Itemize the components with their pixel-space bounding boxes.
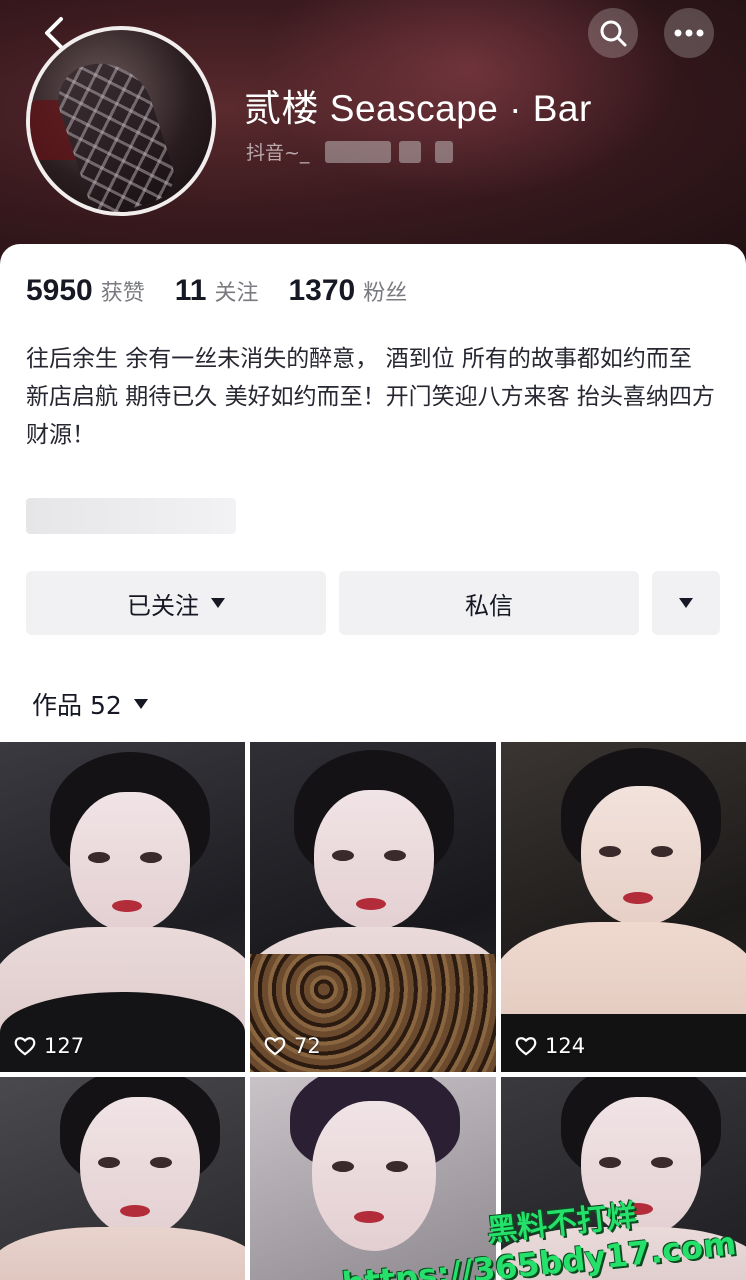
post-likes: 124 — [515, 1034, 585, 1058]
heart-icon — [515, 1037, 537, 1056]
post-thumbnail[interactable]: 127 — [0, 742, 245, 1072]
search-icon — [600, 20, 627, 47]
chevron-down-icon — [133, 699, 148, 709]
post-likes: 72 — [264, 1034, 321, 1058]
following-label: 关注 — [214, 281, 259, 306]
bio-line-1: 往后余生 余有一丝未消失的醉意， 酒到位 所有的故事都如约而至 — [26, 346, 692, 372]
redacted-id — [325, 140, 392, 163]
chevron-down-icon — [211, 598, 225, 608]
redacted-bio-info — [26, 498, 236, 534]
likes-label: 获赞 — [100, 281, 145, 306]
profile-stats: 5950 获赞 11 关注 1370 粉丝 — [26, 274, 437, 308]
followed-label: 已关注 — [127, 591, 199, 620]
platform-id-prefix: 抖音~_ — [246, 142, 310, 164]
post-thumbnail[interactable] — [0, 1077, 245, 1280]
works-tab[interactable]: 作品 52 — [32, 686, 148, 722]
followed-button[interactable]: 已关注 — [26, 571, 326, 635]
heart-icon — [14, 1037, 36, 1056]
bio-line-2: 新店启航 期待已久 美好如约而至！开门笑迎八方来客 抬头喜纳四方财源！ — [26, 384, 715, 448]
expand-button[interactable] — [652, 571, 720, 635]
redacted-id-3 — [435, 140, 454, 163]
following-count[interactable]: 11 — [175, 274, 207, 308]
followers-label: 粉丝 — [363, 281, 408, 306]
followers-count[interactable]: 1370 — [289, 274, 356, 308]
post-likes: 127 — [14, 1034, 84, 1058]
post-thumbnail[interactable]: 72 — [250, 742, 496, 1072]
search-button[interactable] — [588, 8, 638, 58]
profile-bio: 往后余生 余有一丝未消失的醉意， 酒到位 所有的故事都如约而至 新店启航 期待已… — [26, 340, 726, 454]
heart-icon — [264, 1037, 286, 1056]
message-label: 私信 — [465, 591, 513, 620]
profile-name: 贰楼 Seascape · Bar — [244, 88, 592, 129]
post-thumbnail[interactable]: 124 — [501, 742, 746, 1072]
more-dots-icon — [674, 29, 704, 37]
works-label: 作品 52 — [32, 691, 122, 720]
redacted-id-2 — [399, 140, 422, 163]
avatar[interactable] — [26, 26, 216, 216]
profile-header: 贰楼 Seascape · Bar 抖音~_ — [0, 0, 746, 270]
chevron-down-icon — [679, 598, 693, 608]
more-options-button[interactable] — [664, 8, 714, 58]
message-button[interactable]: 私信 — [339, 571, 639, 635]
likes-count[interactable]: 5950 — [26, 274, 93, 308]
profile-id: 抖音~_ — [246, 138, 454, 165]
